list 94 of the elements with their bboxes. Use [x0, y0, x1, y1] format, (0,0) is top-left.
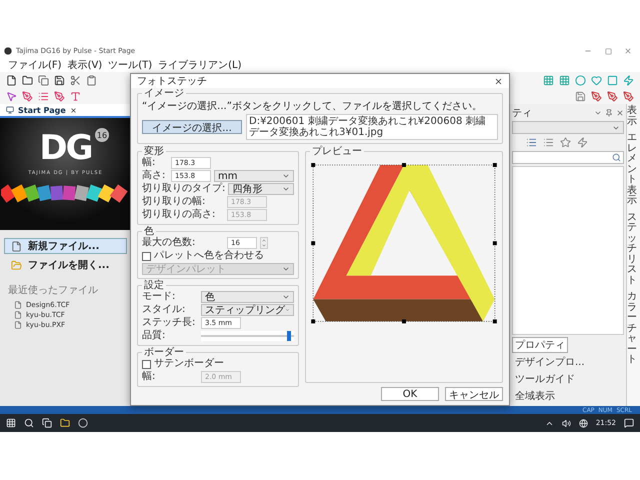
- group-title: 設定: [143, 280, 165, 291]
- recent-files-heading: 最近使ったファイル: [7, 284, 99, 298]
- panel-title: ティ: [512, 106, 533, 120]
- menu-item[interactable]: 表示(V): [68, 58, 102, 72]
- lightning-icon[interactable]: [577, 137, 588, 148]
- menu-item[interactable]: ライブラリアン(L): [158, 58, 242, 72]
- dialog-button[interactable]: OK: [381, 387, 439, 401]
- slider-thumb[interactable]: [287, 331, 292, 341]
- file-path-field[interactable]: D:¥200601 刺繍データ変換あれこれ¥200608 刺繍データ変換あれこれ3¥01.jpg: [246, 114, 498, 140]
- square-icon[interactable]: [607, 74, 618, 86]
- field-label: スタイル:: [142, 305, 186, 315]
- circle-icon[interactable]: [575, 74, 586, 86]
- side-tab[interactable]: ステッチリスト: [627, 212, 637, 286]
- search-field[interactable]: [512, 151, 624, 164]
- app-logo-icon: [4, 47, 12, 55]
- search-icon[interactable]: [24, 418, 34, 428]
- scissors-icon[interactable]: [70, 74, 81, 86]
- file-icon: [11, 240, 22, 252]
- version-badge: 16: [95, 128, 109, 142]
- panel-tab[interactable]: ツールガイド: [512, 371, 578, 387]
- unit-dropdown[interactable]: mm: [214, 170, 294, 182]
- new-file-icon[interactable]: [6, 74, 17, 86]
- field-label: 切り取りの高さ:: [142, 210, 216, 220]
- network-icon[interactable]: [578, 418, 588, 428]
- spin-buttons[interactable]: [260, 237, 268, 249]
- file-icon: [14, 301, 22, 309]
- group-title: ボーダー: [143, 347, 184, 358]
- menu-item[interactable]: ツール(T): [108, 58, 152, 72]
- star-icon[interactable]: [560, 137, 571, 148]
- close-icon[interactable]: [494, 76, 503, 86]
- start-action[interactable]: 新規ファイル...: [4, 238, 127, 254]
- file-icon: [14, 311, 22, 319]
- list-icon[interactable]: [526, 137, 537, 148]
- select-image-button[interactable]: イメージの選択...: [142, 120, 242, 134]
- field-label: 品質:: [142, 331, 166, 341]
- start-icon[interactable]: [6, 418, 16, 428]
- field-label: 幅:: [142, 372, 156, 382]
- checkbox-label: パレットへ色を合わせる: [154, 251, 264, 261]
- maximize-icon[interactable]: [604, 48, 612, 54]
- dropdown[interactable]: スティップリング: [201, 304, 294, 316]
- dialog-title: フォトステッチ: [137, 75, 207, 88]
- field-label: 最大の色数:: [142, 238, 196, 248]
- panel-tab[interactable]: プロパティ: [512, 337, 568, 353]
- heart-icon[interactable]: [591, 74, 602, 86]
- menu-item[interactable]: ファイル(F): [8, 58, 62, 72]
- speaker-icon[interactable]: [562, 418, 571, 428]
- side-tab[interactable]: エレメント表示: [627, 133, 637, 206]
- notification-icon[interactable]: [624, 418, 634, 428]
- checkbox[interactable]: [142, 252, 151, 260]
- close-icon[interactable]: [70, 106, 77, 114]
- dropdown[interactable]: 四角形: [228, 183, 294, 195]
- checkbox[interactable]: [142, 360, 151, 368]
- logo-mark: DG: [39, 128, 92, 168]
- lines-icon[interactable]: [38, 90, 49, 102]
- pointer-icon[interactable]: [6, 90, 17, 102]
- document-tab[interactable]: Start Page: [0, 104, 131, 118]
- side-tab[interactable]: 表示: [627, 106, 637, 127]
- group-title: イメージ: [143, 88, 185, 99]
- text-icon[interactable]: [70, 90, 81, 102]
- file-icon: [14, 321, 22, 329]
- folder-icon[interactable]: [22, 74, 33, 86]
- group-title: 変形: [143, 146, 165, 157]
- task-view-icon[interactable]: [42, 418, 52, 428]
- dialog-button[interactable]: キャンセル: [445, 387, 503, 401]
- monitor-icon: [6, 106, 14, 114]
- checkbox-label: サテンボーダー: [154, 359, 224, 369]
- folder-icon: [11, 260, 22, 270]
- field-label: 高さ:: [142, 171, 166, 181]
- pen-icon[interactable]: [22, 90, 33, 102]
- start-action[interactable]: ファイルを開く...: [4, 257, 127, 273]
- grid-icon[interactable]: [559, 74, 570, 86]
- slider-track[interactable]: [201, 331, 294, 341]
- copy-icon[interactable]: [38, 74, 49, 86]
- instruction-text: “イメージの選択...”ボタンをクリックして、ファイルを選択してください。: [142, 100, 483, 113]
- list-icon[interactable]: [543, 137, 554, 148]
- save-icon[interactable]: [54, 74, 65, 86]
- group-title: 色: [143, 226, 154, 237]
- grid-icon[interactable]: [543, 74, 554, 86]
- pen-icon[interactable]: [54, 90, 65, 102]
- dropdown[interactable]: 色: [201, 291, 294, 303]
- pin-icon[interactable]: [605, 108, 613, 116]
- field-label: モード:: [142, 292, 176, 302]
- chevron-icon: [282, 265, 290, 273]
- field-label: 切り取りのタイプ:: [142, 184, 226, 194]
- field-label: 幅:: [142, 158, 156, 168]
- panel-tab[interactable]: 全域表示: [512, 388, 558, 404]
- panel-tab[interactable]: デザインプロ...: [512, 354, 588, 370]
- search-icon: [612, 153, 621, 162]
- field-label: ステッチ長:: [142, 318, 196, 328]
- app-icon[interactable]: [78, 418, 88, 428]
- clipboard-icon[interactable]: [86, 74, 97, 86]
- group-title: プレビュー: [311, 146, 363, 157]
- side-tab[interactable]: カラーチャート: [627, 292, 637, 366]
- field-label: 切り取りの幅:: [142, 197, 206, 207]
